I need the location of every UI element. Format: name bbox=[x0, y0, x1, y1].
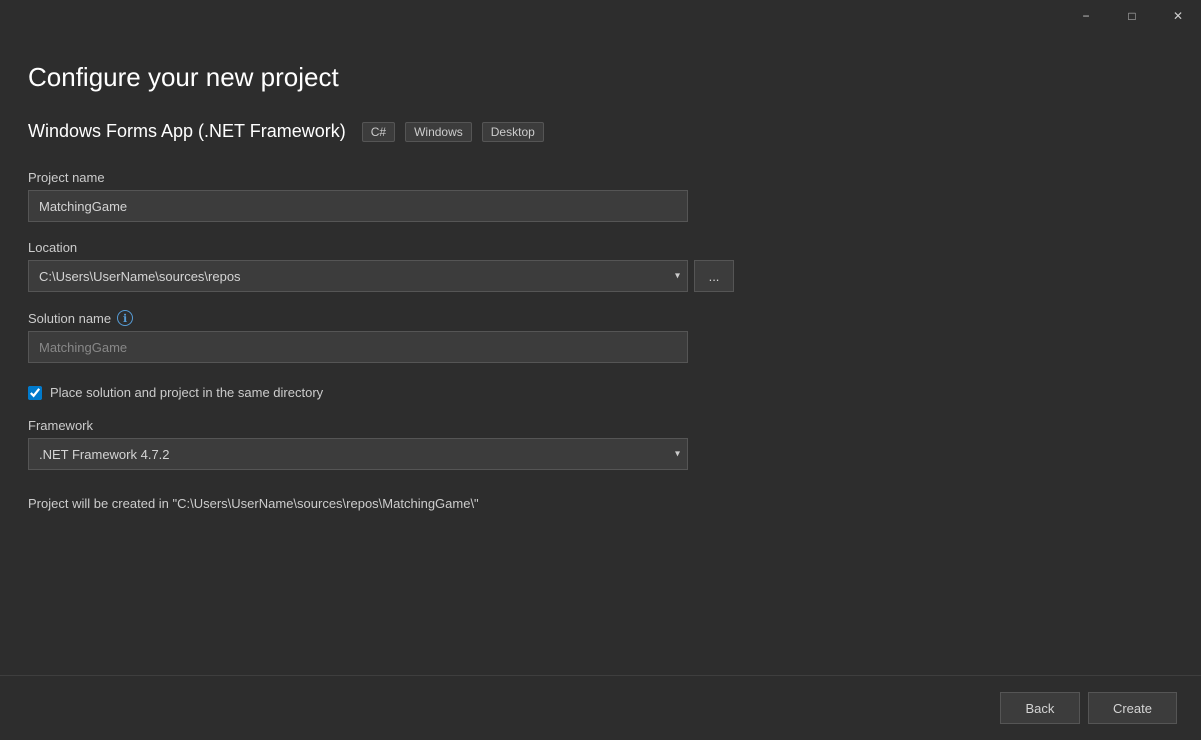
title-bar: − □ ✕ bbox=[0, 0, 1201, 32]
same-directory-checkbox[interactable] bbox=[28, 386, 42, 400]
minimize-button[interactable]: − bbox=[1063, 0, 1109, 32]
framework-select[interactable]: .NET Framework 4.7.2 .NET Framework 4.8 … bbox=[28, 438, 688, 470]
back-button[interactable]: Back bbox=[1000, 692, 1080, 724]
location-wrapper: ▾ bbox=[28, 260, 688, 292]
bottom-bar: Back Create bbox=[0, 675, 1201, 740]
project-path-info: Project will be created in "C:\Users\Use… bbox=[28, 496, 1173, 511]
form-section: Project name Location ▾ ... Solution nam… bbox=[28, 170, 1173, 655]
create-button[interactable]: Create bbox=[1088, 692, 1177, 724]
title-bar-controls: − □ ✕ bbox=[1063, 0, 1201, 32]
same-directory-checkbox-row: Place solution and project in the same d… bbox=[28, 385, 1173, 400]
solution-name-input[interactable] bbox=[28, 331, 688, 363]
solution-name-label: Solution name ℹ bbox=[28, 310, 1173, 326]
project-type-row: Windows Forms App (.NET Framework) C# Wi… bbox=[28, 121, 1173, 142]
location-label: Location bbox=[28, 240, 1173, 255]
framework-label: Framework bbox=[28, 418, 1173, 433]
browse-button[interactable]: ... bbox=[694, 260, 734, 292]
configure-project-window: − □ ✕ Configure your new project Windows… bbox=[0, 0, 1201, 740]
same-directory-label[interactable]: Place solution and project in the same d… bbox=[50, 385, 323, 400]
project-name-input[interactable] bbox=[28, 190, 688, 222]
main-content: Configure your new project Windows Forms… bbox=[0, 32, 1201, 675]
tag-desktop: Desktop bbox=[482, 122, 544, 142]
framework-select-wrapper: .NET Framework 4.7.2 .NET Framework 4.8 … bbox=[28, 438, 688, 470]
maximize-button[interactable]: □ bbox=[1109, 0, 1155, 32]
solution-name-group: Solution name ℹ bbox=[28, 310, 1173, 363]
location-group: Location ▾ ... bbox=[28, 240, 1173, 292]
project-name-label: Project name bbox=[28, 170, 1173, 185]
location-input[interactable] bbox=[28, 260, 688, 292]
location-row: ▾ ... bbox=[28, 260, 1173, 292]
framework-group: Framework .NET Framework 4.7.2 .NET Fram… bbox=[28, 418, 1173, 470]
tag-windows: Windows bbox=[405, 122, 472, 142]
page-title: Configure your new project bbox=[28, 62, 1173, 93]
project-type-name: Windows Forms App (.NET Framework) bbox=[28, 121, 346, 142]
project-name-group: Project name bbox=[28, 170, 1173, 222]
solution-name-info-icon[interactable]: ℹ bbox=[117, 310, 133, 326]
close-button[interactable]: ✕ bbox=[1155, 0, 1201, 32]
tag-csharp: C# bbox=[362, 122, 395, 142]
